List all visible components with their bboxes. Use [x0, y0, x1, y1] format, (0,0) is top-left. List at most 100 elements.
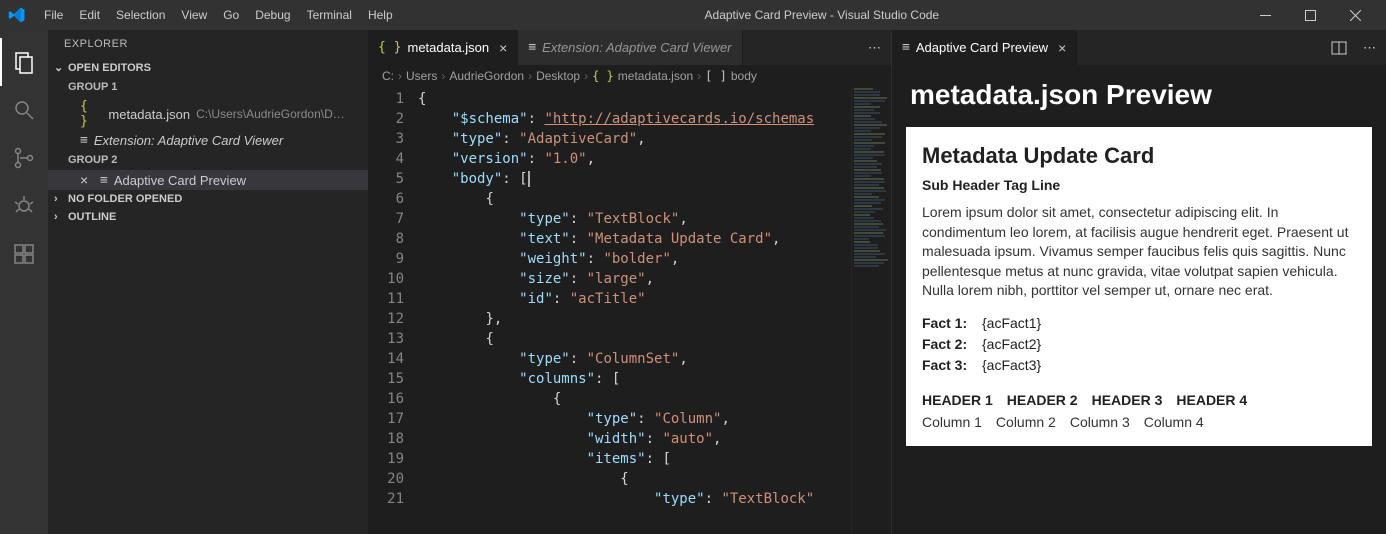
- group-2-label: GROUP 2: [48, 150, 368, 170]
- breadcrumb-seg[interactable]: Users: [406, 69, 437, 83]
- window-maximize-button[interactable]: [1288, 0, 1333, 30]
- open-editor-metadata-json[interactable]: { } metadata.json C:\Users\AudrieGordon\…: [48, 97, 368, 131]
- adaptive-card: Metadata Update Card Sub Header Tag Line…: [906, 127, 1372, 446]
- menu-terminal[interactable]: Terminal: [299, 0, 360, 30]
- sidebar-explorer: EXPLORER ⌄ OPEN EDITORS GROUP 1 { } metad…: [48, 30, 368, 534]
- menu-bar: File Edit Selection View Go Debug Termin…: [36, 0, 401, 30]
- fact-value: {acFact2}: [982, 334, 1041, 355]
- preview-header: metadata.json Preview: [892, 65, 1386, 121]
- close-icon[interactable]: ×: [80, 172, 94, 188]
- outline-header[interactable]: › OUTLINE: [48, 208, 368, 226]
- editor-group-1: { } metadata.json × ≡ Extension: Adaptiv…: [368, 30, 891, 534]
- preview-title: metadata.json Preview: [910, 79, 1368, 111]
- tab-metadata-json[interactable]: { } metadata.json ×: [368, 30, 518, 65]
- fact-row: Fact 1: {acFact1}: [922, 313, 1356, 334]
- sidebar-title: EXPLORER: [48, 30, 368, 58]
- preview-icon: ≡: [80, 133, 88, 148]
- column-cell: Column 2: [996, 414, 1056, 430]
- no-folder-header[interactable]: ›NO FOLDER OPENED: [48, 190, 368, 208]
- file-name: Extension: Adaptive Card Viewer: [94, 133, 283, 148]
- tab-label: metadata.json: [407, 40, 489, 55]
- vscode-logo-icon: [8, 6, 26, 24]
- file-path: C:\Users\AudrieGordon\Des...: [196, 107, 348, 121]
- column-header: HEADER 3: [1092, 392, 1163, 408]
- window-title: Adaptive Card Preview - Visual Studio Co…: [401, 8, 1243, 22]
- open-editors-header[interactable]: ⌄ OPEN EDITORS: [48, 58, 368, 77]
- no-folder-label: NO FOLDER OPENED: [68, 193, 182, 205]
- fact-key: Fact 2:: [922, 334, 972, 355]
- column-header: HEADER 4: [1176, 392, 1247, 408]
- column-header: HEADER 2: [1007, 392, 1078, 408]
- tab-adaptive-preview[interactable]: ≡ Adaptive Card Preview ×: [892, 30, 1077, 65]
- json-file-icon: { }: [592, 69, 614, 83]
- fact-key: Fact 3:: [922, 355, 972, 376]
- window-close-button[interactable]: [1333, 0, 1378, 30]
- editor-group-2: ≡ Adaptive Card Preview × ⋯ metadata.jso…: [891, 30, 1386, 534]
- fact-row: Fact 3: {acFact3}: [922, 355, 1356, 376]
- editor-more-actions[interactable]: ⋯: [858, 30, 891, 65]
- outline-label: OUTLINE: [68, 211, 116, 223]
- activity-bar: [0, 30, 48, 534]
- file-name: metadata.json: [108, 107, 190, 122]
- breadcrumb-seg[interactable]: Desktop: [536, 69, 580, 83]
- tab-label: Adaptive Card Preview: [916, 40, 1048, 55]
- code-content[interactable]: { "$schema": "http://adaptivecards.io/sc…: [418, 87, 851, 534]
- open-editor-extension-viewer[interactable]: ≡ Extension: Adaptive Card Viewer: [48, 131, 368, 150]
- preview-icon: ≡: [528, 40, 536, 55]
- window-minimize-button[interactable]: [1243, 0, 1288, 30]
- menu-go[interactable]: Go: [215, 0, 247, 30]
- json-file-icon: { }: [378, 40, 401, 55]
- open-editor-adaptive-preview[interactable]: × ≡ Adaptive Card Preview: [48, 170, 368, 190]
- preview-icon: ≡: [902, 40, 910, 55]
- chevron-right-icon: ›: [54, 211, 64, 223]
- breadcrumb-file[interactable]: metadata.json: [618, 69, 693, 83]
- chevron-down-icon: ⌄: [54, 61, 64, 74]
- menu-file[interactable]: File: [36, 0, 71, 30]
- activity-search[interactable]: [0, 86, 48, 134]
- column-headers: HEADER 1 HEADER 2 HEADER 3 HEADER 4: [922, 392, 1356, 408]
- open-editors-label: OPEN EDITORS: [68, 62, 151, 74]
- breadcrumb-seg[interactable]: C:: [382, 69, 394, 83]
- card-title: Metadata Update Card: [922, 143, 1356, 169]
- close-icon[interactable]: ×: [1058, 40, 1066, 56]
- activity-debug[interactable]: [0, 182, 48, 230]
- breadcrumb-symbol[interactable]: body: [731, 69, 757, 83]
- column-header: HEADER 1: [922, 392, 993, 408]
- editor-tabs-left: { } metadata.json × ≡ Extension: Adaptiv…: [368, 30, 891, 65]
- fact-row: Fact 2: {acFact2}: [922, 334, 1356, 355]
- preview-icon: ≡: [100, 173, 108, 188]
- menu-view[interactable]: View: [173, 0, 215, 30]
- split-editor-button[interactable]: [1325, 30, 1353, 65]
- activity-explorer[interactable]: [0, 38, 48, 86]
- menu-edit[interactable]: Edit: [71, 0, 108, 30]
- fact-value: {acFact1}: [982, 313, 1041, 334]
- card-body-text: Lorem ipsum dolor sit amet, consectetur …: [922, 203, 1356, 301]
- column-values: Column 1Column 2Column 3Column 4: [922, 414, 1356, 430]
- fact-key: Fact 1:: [922, 313, 972, 334]
- card-subheader: Sub Header Tag Line: [922, 177, 1356, 193]
- json-file-icon: { }: [80, 99, 102, 129]
- line-gutter: 123456789101112131415161718192021: [368, 87, 418, 534]
- menu-selection[interactable]: Selection: [108, 0, 173, 30]
- fact-value: {acFact3}: [982, 355, 1041, 376]
- group-1-label: GROUP 1: [48, 77, 368, 97]
- activity-extensions[interactable]: [0, 230, 48, 278]
- menu-help[interactable]: Help: [360, 0, 401, 30]
- column-cell: Column 3: [1070, 414, 1130, 430]
- code-editor[interactable]: 123456789101112131415161718192021 { "$sc…: [368, 87, 891, 534]
- tab-label: Extension: Adaptive Card Viewer: [542, 40, 731, 55]
- activity-source-control[interactable]: [0, 134, 48, 182]
- editor-tabs-right: ≡ Adaptive Card Preview × ⋯: [892, 30, 1386, 65]
- close-icon[interactable]: ×: [499, 40, 507, 56]
- minimap[interactable]: [851, 87, 891, 534]
- tab-extension-viewer[interactable]: ≡ Extension: Adaptive Card Viewer: [518, 30, 742, 65]
- file-name: Adaptive Card Preview: [114, 173, 246, 188]
- title-bar: File Edit Selection View Go Debug Termin…: [0, 0, 1386, 30]
- array-icon: [ ]: [705, 69, 727, 83]
- column-cell: Column 1: [922, 414, 982, 430]
- menu-debug[interactable]: Debug: [247, 0, 298, 30]
- breadcrumb-seg[interactable]: AudrieGordon: [449, 69, 524, 83]
- breadcrumb[interactable]: C:› Users› AudrieGordon› Desktop› { } me…: [368, 65, 891, 87]
- editor-more-actions[interactable]: ⋯: [1353, 30, 1386, 65]
- fact-set: Fact 1: {acFact1} Fact 2: {acFact2} Fact 3: {…: [922, 313, 1356, 376]
